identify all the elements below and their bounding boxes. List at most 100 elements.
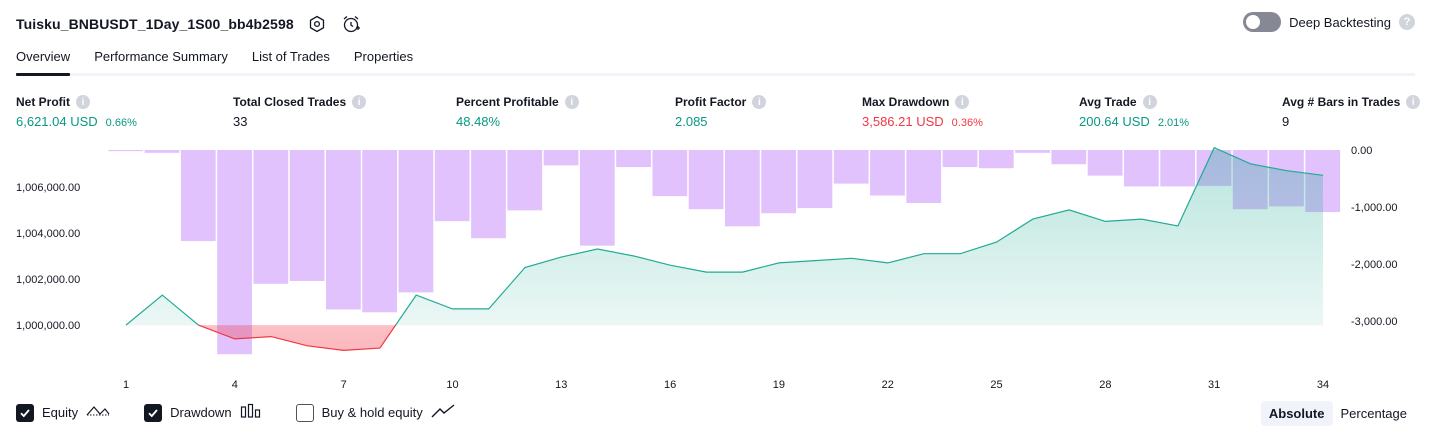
metric-value: 48.48% (456, 114, 501, 129)
metric-label: Total Closed Trades (233, 95, 347, 109)
strategy-header: Tuisku_BNBUSDT_1Day_1S00_bb4b2598 (16, 10, 362, 38)
x-tick-label: 10 (446, 379, 458, 391)
buy-hold-line-icon (431, 403, 455, 422)
right-tick-label: -1,000.00 (1351, 202, 1397, 214)
x-tick-label: 34 (1317, 379, 1329, 391)
chart-legend: Equity Drawdown Buy & hold equity (16, 403, 455, 422)
drawdown-bar (507, 150, 543, 211)
left-tick-label: 1,000,000.00 (16, 320, 80, 332)
left-tick-label: 1,004,000.00 (16, 228, 80, 240)
drawdown-bar (797, 150, 833, 209)
tab-performance-summary[interactable]: Performance Summary (94, 44, 228, 73)
drawdown-bar (870, 150, 905, 196)
info-icon[interactable]: i (752, 95, 767, 109)
mode-percentage[interactable]: Percentage (1333, 401, 1416, 426)
x-tick-label: 19 (773, 379, 785, 391)
metric-label: Avg # Bars in Trades (1282, 95, 1401, 109)
drawdown-bar (942, 150, 978, 168)
metric-label: Max Drawdown (862, 95, 950, 109)
equity-drawdown-chart[interactable]: 1,000,000.00 1,002,000.00 1,004,000.00 1,00… (0, 140, 1431, 395)
drawdown-bar (1124, 150, 1159, 187)
drawdown-bar (906, 150, 942, 203)
drawdown-bar (833, 150, 869, 184)
drawdown-bar (616, 150, 651, 168)
drawdown-bar (652, 150, 688, 197)
metric-value: 9 (1282, 114, 1290, 129)
metric-max-drawdown: Max Drawdown i 3,586.21 USD 0.36% (862, 94, 983, 129)
tab-list-of-trades[interactable]: List of Trades (252, 44, 330, 73)
drawdown-bar (978, 150, 1014, 169)
legend-label: Equity (42, 405, 79, 420)
metric-avg-trade: Avg Trade i 200.64 USD 2.01% (1079, 94, 1189, 129)
drawdown-bar (398, 150, 434, 293)
metric-value: 33 (233, 114, 248, 129)
checkbox-checked[interactable] (16, 403, 34, 422)
drawdown-bar (217, 150, 252, 355)
x-tick-label: 22 (882, 379, 894, 391)
right-tick-label: -2,000.00 (1351, 259, 1397, 271)
drawdown-bar (1087, 150, 1123, 176)
deep-backtesting-toggle[interactable] (1243, 12, 1282, 32)
drawdown-bar (108, 150, 144, 152)
deep-backtesting: Deep Backtesting ? (1243, 12, 1415, 32)
drawdown-bar (543, 150, 579, 166)
x-tick-label: 28 (1099, 379, 1111, 391)
drawdown-bar (144, 150, 180, 153)
checkbox-unchecked[interactable] (295, 403, 314, 422)
tab-overview[interactable]: Overview (16, 44, 71, 76)
info-icon[interactable]: i (1142, 95, 1157, 109)
metric-value: 2.085 (675, 114, 708, 129)
tab-properties[interactable]: Properties (354, 44, 413, 73)
drawdown-bar (725, 150, 760, 227)
x-tick-label: 31 (1208, 379, 1220, 391)
info-icon[interactable]: i (352, 95, 367, 109)
legend-label: Drawdown (170, 405, 232, 420)
deep-backtesting-label: Deep Backtesting (1289, 14, 1391, 30)
legend-buy-hold-equity[interactable]: Buy & hold equity (295, 403, 455, 422)
report-tabs: Overview Performance Summary List of Tra… (16, 44, 1415, 76)
info-icon[interactable]: i (564, 95, 579, 109)
scale-mode-switch: Absolute Percentage (1260, 401, 1416, 426)
drawdown-bar (253, 150, 289, 284)
drawdown-bar (761, 150, 797, 214)
drawdown-bar (688, 150, 724, 210)
x-tick-label: 1 (123, 379, 129, 391)
info-icon[interactable]: i (1406, 95, 1421, 109)
checkbox-checked[interactable] (144, 403, 163, 422)
strategy-name: Tuisku_BNBUSDT_1Day_1S00_bb4b2598 (16, 16, 294, 32)
right-axis: 0.00 -1,000.00 -2,000.00 -3,000.00 (1351, 145, 1397, 328)
legend-drawdown[interactable]: Drawdown (144, 403, 261, 422)
add-alert-icon[interactable] (340, 13, 362, 35)
metric-avg-bars-in-trades: Avg # Bars in Trades i 9 (1282, 94, 1421, 129)
drawdown-bar (180, 150, 216, 242)
x-tick-label: 13 (555, 379, 567, 391)
drawdown-bars-icon (240, 403, 262, 422)
metric-label: Net Profit (16, 95, 70, 109)
metric-value: 200.64 USD (1079, 114, 1150, 129)
legend-equity[interactable]: Equity (16, 403, 110, 422)
mode-absolute[interactable]: Absolute (1260, 401, 1333, 426)
drawdown-bar (579, 150, 615, 246)
x-tick-label: 4 (232, 379, 238, 391)
info-icon[interactable]: i (76, 95, 90, 109)
metric-label: Percent Profitable (456, 95, 559, 109)
metric-value: 3,586.21 USD (862, 114, 944, 129)
x-tick-label: 16 (664, 379, 676, 391)
x-axis: 1 4 7 10 13 16 19 22 25 28 31 34 (123, 379, 1329, 391)
drawdown-bar (326, 150, 361, 310)
right-tick-label: 0.00 (1351, 145, 1372, 157)
left-tick-label: 1,002,000.00 (16, 274, 80, 286)
help-icon[interactable]: ? (1399, 14, 1415, 30)
drawdown-bar (1051, 150, 1087, 165)
metric-percent: 0.66% (105, 117, 137, 129)
x-tick-label: 25 (990, 379, 1002, 391)
info-icon[interactable]: i (955, 95, 970, 109)
settings-icon[interactable] (306, 13, 328, 35)
drawdown-bar (434, 150, 470, 222)
metric-percent: 0.36% (951, 117, 983, 129)
legend-label: Buy & hold equity (321, 405, 423, 420)
drawdown-bar (1160, 150, 1196, 187)
equity-line-icon (86, 403, 110, 422)
metric-label: Avg Trade (1079, 95, 1137, 109)
left-axis: 1,000,000.00 1,002,000.00 1,004,000.00 1,00… (16, 182, 80, 332)
